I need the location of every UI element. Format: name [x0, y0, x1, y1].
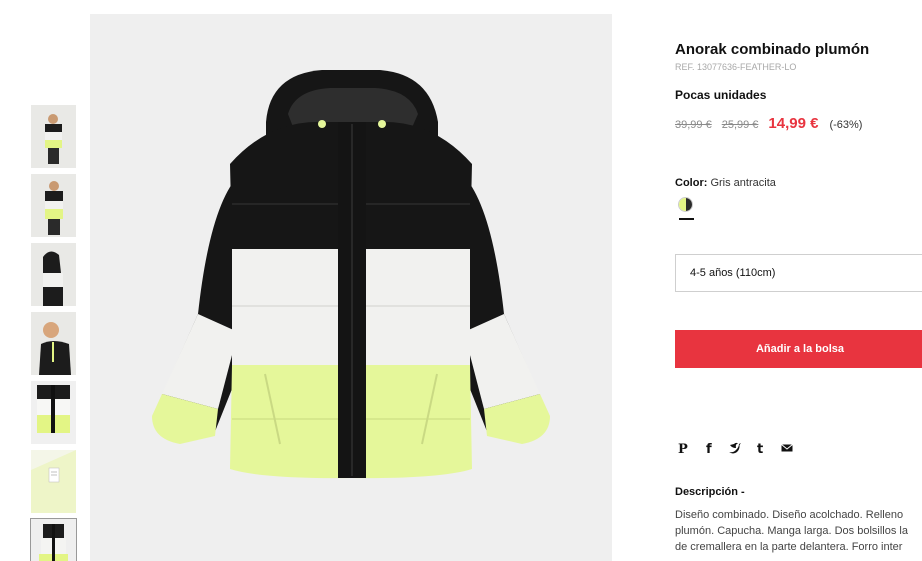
description-line-2: plumón. Capucha. Manga larga. Dos bolsil…: [675, 525, 908, 537]
share-icons: P f t: [675, 440, 805, 456]
thumbnail-7[interactable]: [30, 518, 77, 561]
product-reference: REF. 13077636-FEATHER-LO: [675, 62, 797, 72]
swatch-dark-half: [685, 198, 692, 211]
thumbnail-4[interactable]: [31, 312, 76, 375]
tumblr-icon[interactable]: t: [753, 440, 769, 456]
current-price: 14,99 €: [768, 115, 819, 132]
color-label: Color:: [675, 177, 708, 189]
pinterest-glyph: P: [678, 442, 688, 455]
facebook-icon[interactable]: f: [701, 440, 717, 456]
color-swatch-gris-antracita[interactable]: [678, 197, 693, 212]
swatch-selected-indicator: [679, 218, 694, 220]
color-value: Gris antracita: [710, 177, 776, 189]
original-price: 39,99 €: [675, 119, 712, 131]
thumbnail-1[interactable]: [31, 105, 76, 168]
color-info: Color: Gris antracita: [675, 177, 776, 189]
thumbnail-3[interactable]: [31, 243, 76, 306]
size-selector[interactable]: 4-5 años (110cm): [675, 254, 922, 292]
stock-status: Pocas unidades: [675, 88, 767, 102]
thumbnail-list: [30, 105, 77, 561]
main-product-image[interactable]: [90, 14, 612, 561]
jacket-illustration: [90, 14, 612, 561]
description-line-1: Diseño combinado. Diseño acolchado. Rell…: [675, 509, 904, 521]
thumbnail-2[interactable]: [31, 174, 76, 237]
add-to-bag-button[interactable]: Añadir a la bolsa: [675, 330, 922, 368]
description-title[interactable]: Descripción -: [675, 486, 745, 498]
product-title: Anorak combinado plumón: [675, 41, 870, 58]
twitter-icon[interactable]: [727, 440, 743, 456]
pinterest-icon[interactable]: P: [675, 440, 691, 456]
thumbnail-5[interactable]: [31, 381, 76, 444]
description-line-3: de cremallera en la parte delantera. For…: [675, 541, 903, 553]
thumbnail-6[interactable]: [31, 450, 76, 513]
facebook-glyph: f: [706, 442, 712, 455]
previous-price: 25,99 €: [721, 119, 759, 131]
product-info-panel: Anorak combinado plumón REF. 13077636-FE…: [675, 0, 922, 561]
discount-badge: (-63%): [829, 119, 863, 131]
email-icon[interactable]: [779, 440, 795, 456]
price-block: 39,99 € 25,99 € 14,99 € (-63%): [675, 115, 862, 132]
tumblr-glyph: t: [757, 442, 763, 455]
